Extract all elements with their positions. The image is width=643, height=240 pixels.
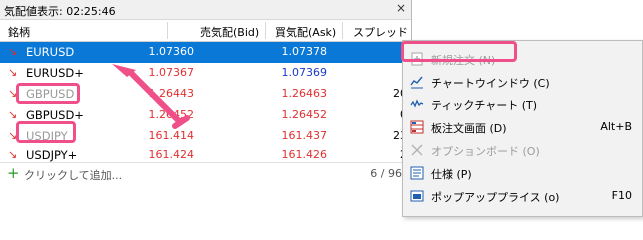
column-symbol[interactable]: 銘柄 [8, 24, 30, 40]
specification-icon [409, 166, 425, 180]
bid-cell: 1.26443 [148, 87, 195, 100]
market-watch-titlebar: 気配値表示: 02:25:46 × [0, 0, 411, 20]
window-title: 気配値表示: 02:25:46 [4, 5, 116, 18]
down-arrow-icon: ↘ [8, 66, 18, 79]
bid-cell: 161.424 [148, 148, 195, 161]
highlight-box-new-order [401, 41, 517, 62]
column-header: 銘柄 売気配(Bid) 買気配(Ask) スプレッド [0, 20, 411, 42]
menu-item-depth-of-market[interactable]: 板注文画面 (D) Alt+B [403, 117, 642, 138]
down-arrow-icon: ↘ [8, 148, 18, 161]
highlight-box-gbpusd [16, 83, 80, 104]
menu-item-option-board[interactable]: オプションボード (O) [403, 140, 642, 161]
bid-cell: 1.07360 [148, 45, 195, 58]
column-divider[interactable] [342, 22, 343, 39]
bid-cell: 1.07367 [148, 66, 195, 79]
ask-cell: 1.07378 [281, 45, 328, 58]
menu-item-label: チャートウインドウ (C) [431, 77, 550, 90]
ask-cell: 161.437 [281, 129, 328, 142]
table-row-eurusd[interactable]: ↘ EURUSD 1.07360 1.07378 [0, 42, 411, 63]
ask-cell: 161.426 [281, 148, 328, 161]
bid-cell: 161.414 [148, 129, 195, 142]
menu-item-shortcut: Alt+B [600, 120, 632, 133]
context-menu: 新規注文 (N) チャートウインドウ (C) ティックチャート (T) 板注文画… [402, 40, 643, 217]
menu-item-chart-window[interactable]: チャートウインドウ (C) [403, 72, 642, 93]
down-arrow-icon: ↘ [8, 45, 18, 58]
bid-cell: 1.26452 [148, 108, 195, 121]
symbol-cell: GBPUSD+ [26, 108, 84, 122]
add-symbol-row[interactable]: + クリックして追加... 6 / 963 [0, 162, 411, 184]
tick-chart-icon [409, 97, 425, 111]
column-ask[interactable]: 買気配(Ask) [275, 24, 336, 40]
menu-item-tick-chart[interactable]: ティックチャート (T) [403, 94, 642, 115]
option-board-icon [409, 143, 425, 157]
menu-item-label: オプションボード (O) [431, 145, 540, 158]
menu-item-shortcut: F10 [611, 189, 632, 202]
menu-item-label: ティックチャート (T) [431, 99, 538, 112]
depth-of-market-icon [409, 120, 425, 134]
menu-item-label: ポップアッププライス (o) [431, 191, 560, 204]
menu-item-label: 仕様 (P) [431, 168, 472, 181]
menu-item-specification[interactable]: 仕様 (P) [403, 163, 642, 184]
chart-window-icon [409, 75, 425, 89]
add-symbol-label[interactable]: クリックして追加... [24, 167, 122, 183]
menu-item-popup-prices[interactable]: ポップアッププライス (o) F10 [403, 186, 642, 207]
highlight-box-usdjpy [16, 121, 76, 143]
down-arrow-icon: ↘ [8, 108, 18, 121]
column-divider[interactable] [167, 22, 168, 39]
table-row-eurusd-plus[interactable]: ↘ EURUSD+ 1.07367 1.07369 [0, 63, 411, 84]
menu-item-label: 板注文画面 (D) [431, 122, 507, 135]
ask-cell: 1.07369 [281, 66, 328, 79]
symbol-cell: EURUSD+ [26, 66, 84, 80]
close-icon[interactable]: × [396, 1, 406, 15]
column-divider[interactable] [265, 22, 266, 39]
symbol-cell: EURUSD [26, 45, 75, 59]
column-spread[interactable]: スプレッド [353, 24, 408, 40]
ask-cell: 1.26452 [281, 108, 328, 121]
ask-cell: 1.26463 [281, 87, 328, 100]
symbol-cell: USDJPY+ [26, 148, 78, 162]
plus-icon: + [7, 164, 20, 182]
market-watch-window: 気配値表示: 02:25:46 × 銘柄 売気配(Bid) 買気配(Ask) ス… [0, 0, 412, 217]
column-bid[interactable]: 売気配(Bid) [200, 24, 259, 40]
popup-prices-icon [409, 189, 425, 203]
